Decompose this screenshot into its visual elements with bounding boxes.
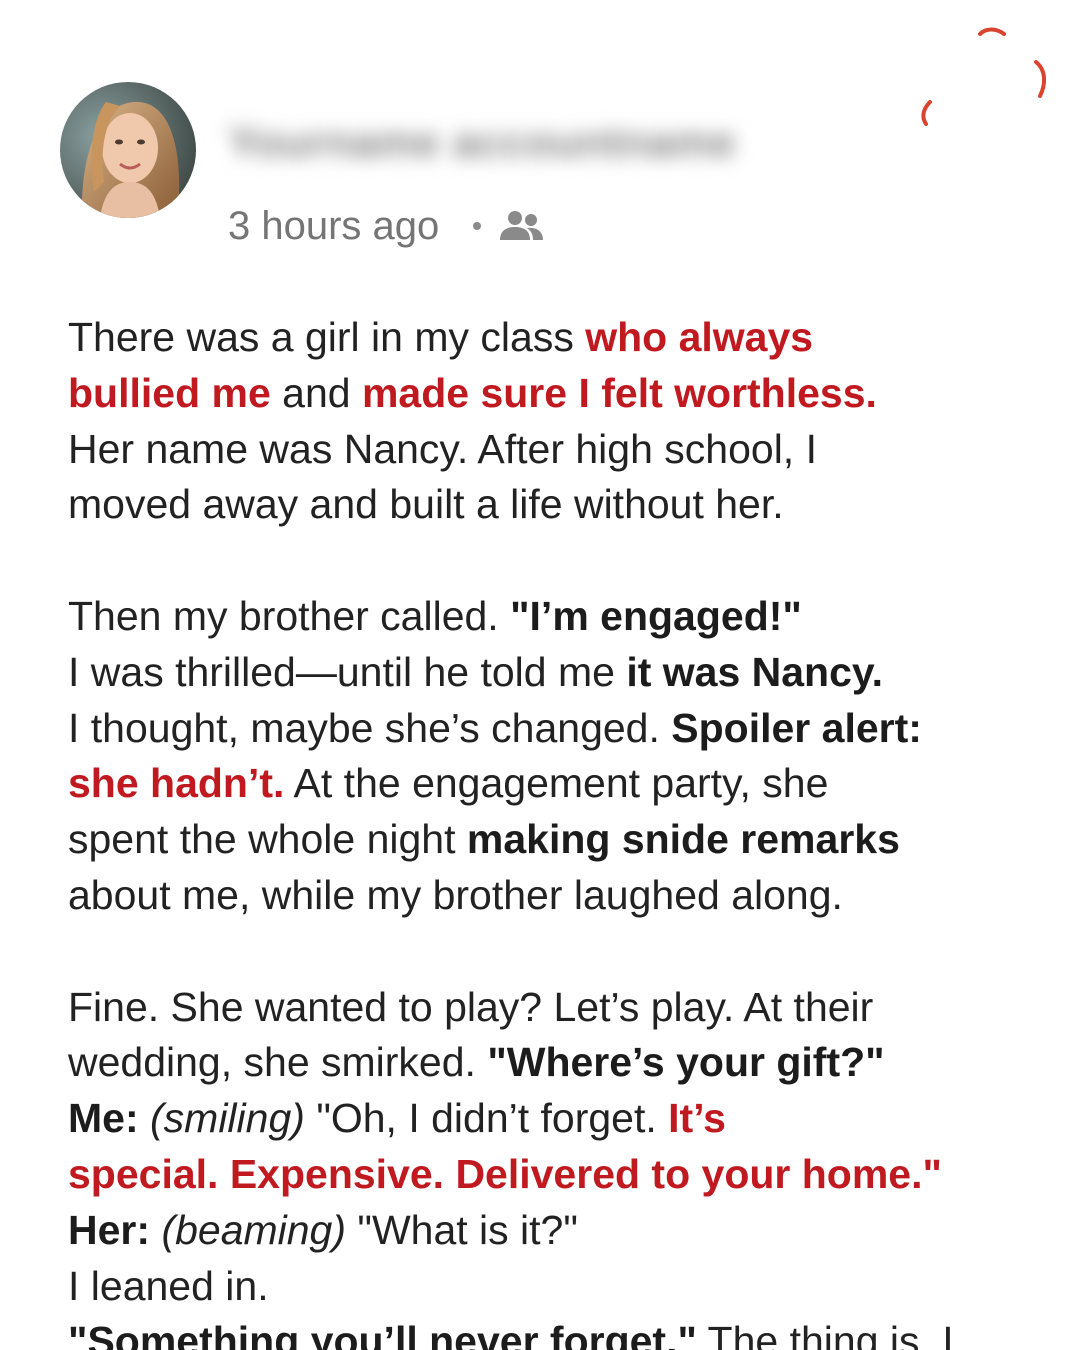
highlight-red: who always [585, 314, 814, 360]
text-line: Then my brother called. "I’m engaged!" [68, 589, 1058, 645]
friends-icon[interactable] [497, 206, 547, 246]
paragraph: Then my brother called. "I’m engaged!" I… [68, 589, 1058, 924]
post-timestamp[interactable]: 3 hours ago [228, 204, 439, 249]
text-line: I was thrilled—until he told me it was N… [68, 645, 1058, 701]
post-meta: 3 hours ago [228, 200, 547, 252]
text-line: she hadn’t. At the engagement party, she [68, 756, 1058, 812]
text: Then my brother called. [68, 592, 511, 639]
text: and [270, 369, 362, 416]
text-line: "Something you’ll never forget." The thi… [68, 1314, 1058, 1350]
text-line: Fine. She wanted to play? Let’s play. At… [68, 983, 874, 1030]
separator-dot [473, 222, 482, 230]
highlight-bold: "I’m engaged!" [510, 592, 802, 639]
highlight-bold: making snide remarks [466, 816, 900, 863]
text: I thought, maybe she’s changed. [68, 704, 672, 751]
text-line: spent the whole night making snide remar… [68, 812, 1058, 868]
highlight-bold: "Something you’ll never forget." [68, 1318, 697, 1350]
text: The thing is, I [696, 1318, 954, 1350]
highlight-red: made sure I felt worthless. [361, 369, 877, 416]
avatar[interactable] [60, 82, 196, 218]
highlight-red: she hadn’t. [68, 760, 285, 807]
highlight-red: bullied me [68, 369, 271, 416]
text: I was thrilled—until he told me [68, 648, 627, 695]
stage-direction: (beaming) [161, 1206, 347, 1253]
post-body: There was a girl in my class who always … [68, 310, 1058, 1350]
highlight-bold: "Where’s your gift?" [487, 1039, 885, 1086]
post-header: Yourname accountname 3 hours ago [0, 0, 1080, 280]
username-blurred[interactable]: Yourname accountname [228, 118, 736, 168]
paragraph: Fine. She wanted to play? Let’s play. At… [68, 980, 1058, 1350]
text: There was a girl in my class [68, 314, 586, 360]
highlight-bold: it was Nancy. [626, 648, 884, 695]
highlight-red: It’s [668, 1095, 726, 1142]
text-line: Me: (smiling) "Oh, I didn’t forget. It’s [68, 1091, 1058, 1147]
text-line: Her name was Nancy. After high school, I [68, 425, 817, 472]
text-line-highlight-red: special. Expensive. Delivered to your ho… [68, 1150, 942, 1197]
speaker-label: Me: [68, 1095, 139, 1142]
avatar-photo [60, 82, 196, 218]
text-line: Her: (beaming) "What is it?" [68, 1203, 1058, 1259]
text: At the engagement party, she [284, 760, 829, 807]
text-line: bullied me and made sure I felt worthles… [68, 366, 1058, 422]
text-line: There was a girl in my class who always [68, 310, 1058, 366]
text-line: I leaned in. [68, 1262, 269, 1309]
text: spent the whole night [68, 816, 467, 863]
text: "Oh, I didn’t forget. [304, 1095, 669, 1142]
decorative-swirl-icon [921, 27, 1047, 126]
text: wedding, she smirked. [68, 1039, 488, 1086]
text-line: wedding, she smirked. "Where’s your gift… [68, 1035, 1058, 1091]
text-line: I thought, maybe she’s changed. Spoiler … [68, 701, 1058, 757]
text [150, 1207, 161, 1253]
stage-direction: (smiling) [150, 1095, 305, 1142]
text-line: moved away and built a life without her. [68, 481, 784, 528]
paragraph: There was a girl in my class who always … [68, 310, 1058, 533]
speaker-label: Her: [68, 1206, 151, 1253]
highlight-bold: Spoiler alert: [671, 704, 922, 751]
text: "What is it?" [346, 1206, 578, 1253]
text-line: about me, while my brother laughed along… [68, 871, 843, 918]
text [139, 1095, 150, 1141]
